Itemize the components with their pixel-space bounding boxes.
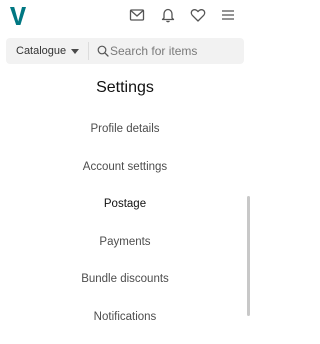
bell-icon[interactable] — [160, 7, 176, 23]
scrollbar[interactable] — [246, 34, 250, 344]
top-navigation-bar — [0, 0, 250, 34]
menu-item-account-settings[interactable]: Account settings — [0, 149, 250, 187]
menu-item-notifications[interactable]: Notifications — [0, 299, 250, 337]
menu-item-payments[interactable]: Payments — [0, 224, 250, 262]
menu-item-bundle-discounts[interactable]: Bundle discounts — [0, 261, 250, 299]
menu-item-postage[interactable]: Postage — [0, 186, 250, 224]
search-bar: Catalogue — [6, 38, 244, 64]
vinted-logo[interactable] — [9, 4, 27, 28]
catalogue-dropdown[interactable]: Catalogue — [6, 38, 88, 64]
heart-icon[interactable] — [190, 7, 206, 23]
settings-menu: Profile details Account settings Postage… — [0, 111, 250, 336]
page-title: Settings — [96, 79, 154, 96]
search-divider — [88, 42, 89, 60]
search-input[interactable] — [110, 41, 238, 61]
caret-down-icon — [71, 49, 80, 54]
search-icon — [97, 45, 109, 57]
scrollbar-thumb[interactable] — [247, 196, 250, 316]
menu-item-profile-details[interactable]: Profile details — [0, 111, 250, 149]
catalogue-label: Catalogue — [16, 45, 67, 57]
menu-icon[interactable] — [220, 7, 236, 23]
mail-icon[interactable] — [129, 7, 145, 23]
